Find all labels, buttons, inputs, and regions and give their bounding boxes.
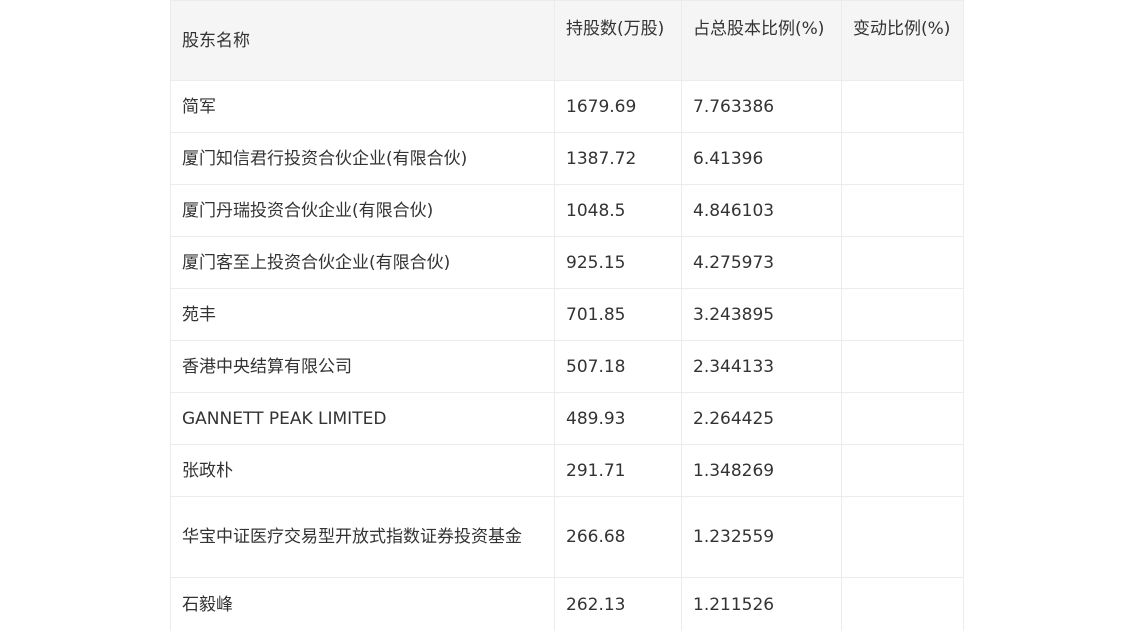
cell-shares: 262.13	[554, 577, 682, 631]
cell-ratio: 6.41396	[681, 132, 842, 185]
header-row: 股东名称 持股数(万股) 占总股本比例(%) 变动比例(%)	[170, 0, 964, 81]
cell-shareholder-name: GANNETT PEAK LIMITED	[170, 392, 555, 445]
cell-change	[841, 444, 964, 497]
cell-shares: 507.18	[554, 340, 682, 393]
cell-shareholder-name: 张政朴	[170, 444, 555, 497]
cell-shares: 701.85	[554, 288, 682, 341]
table-row: 厦门丹瑞投资合伙企业(有限合伙) 1048.5 4.846103	[170, 184, 964, 237]
cell-shareholder-name: 厦门知信君行投资合伙企业(有限合伙)	[170, 132, 555, 185]
cell-ratio: 4.846103	[681, 184, 842, 237]
cell-shares: 1048.5	[554, 184, 682, 237]
table-row: 张政朴 291.71 1.348269	[170, 444, 964, 497]
cell-shares: 266.68	[554, 496, 682, 578]
cell-shareholder-name: 苑丰	[170, 288, 555, 341]
cell-change	[841, 132, 964, 185]
table-row: 厦门知信君行投资合伙企业(有限合伙) 1387.72 6.41396	[170, 132, 964, 185]
cell-ratio: 7.763386	[681, 80, 842, 133]
cell-shareholder-name: 华宝中证医疗交易型开放式指数证券投资基金	[170, 496, 555, 578]
cell-shares: 1679.69	[554, 80, 682, 133]
table-row: 香港中央结算有限公司 507.18 2.344133	[170, 340, 964, 393]
cell-change	[841, 184, 964, 237]
cell-shares: 489.93	[554, 392, 682, 445]
cell-ratio: 1.348269	[681, 444, 842, 497]
cell-shareholder-name: 简军	[170, 80, 555, 133]
header-ratio: 占总股本比例(%)	[681, 0, 842, 81]
table-header: 股东名称 持股数(万股) 占总股本比例(%) 变动比例(%)	[170, 0, 964, 81]
cell-change	[841, 80, 964, 133]
cell-shares: 291.71	[554, 444, 682, 497]
cell-change	[841, 392, 964, 445]
cell-shareholder-name: 厦门客至上投资合伙企业(有限合伙)	[170, 236, 555, 289]
header-change: 变动比例(%)	[841, 0, 964, 81]
table-row: 简军 1679.69 7.763386	[170, 80, 964, 133]
cell-shares: 925.15	[554, 236, 682, 289]
table-row: GANNETT PEAK LIMITED 489.93 2.264425	[170, 392, 964, 445]
cell-change	[841, 288, 964, 341]
table-row: 石毅峰 262.13 1.211526	[170, 577, 964, 631]
cell-ratio: 2.344133	[681, 340, 842, 393]
table-row: 华宝中证医疗交易型开放式指数证券投资基金 266.68 1.232559	[170, 496, 964, 578]
cell-change	[841, 340, 964, 393]
shareholders-table: 股东名称 持股数(万股) 占总股本比例(%) 变动比例(%) 简军 1679.6…	[170, 0, 964, 631]
cell-shareholder-name: 香港中央结算有限公司	[170, 340, 555, 393]
header-shareholder-name: 股东名称	[170, 0, 555, 81]
table-body: 简军 1679.69 7.763386 厦门知信君行投资合伙企业(有限合伙) 1…	[170, 80, 964, 631]
cell-ratio: 1.232559	[681, 496, 842, 578]
cell-ratio: 3.243895	[681, 288, 842, 341]
cell-shareholder-name: 石毅峰	[170, 577, 555, 631]
header-shares: 持股数(万股)	[554, 0, 682, 81]
cell-ratio: 2.264425	[681, 392, 842, 445]
cell-change	[841, 496, 964, 578]
shareholders-table-container: 股东名称 持股数(万股) 占总股本比例(%) 变动比例(%) 简军 1679.6…	[170, 0, 964, 631]
cell-shares: 1387.72	[554, 132, 682, 185]
cell-change	[841, 236, 964, 289]
table-row: 苑丰 701.85 3.243895	[170, 288, 964, 341]
table-row: 厦门客至上投资合伙企业(有限合伙) 925.15 4.275973	[170, 236, 964, 289]
cell-change	[841, 577, 964, 631]
cell-shareholder-name: 厦门丹瑞投资合伙企业(有限合伙)	[170, 184, 555, 237]
cell-ratio: 4.275973	[681, 236, 842, 289]
cell-ratio: 1.211526	[681, 577, 842, 631]
